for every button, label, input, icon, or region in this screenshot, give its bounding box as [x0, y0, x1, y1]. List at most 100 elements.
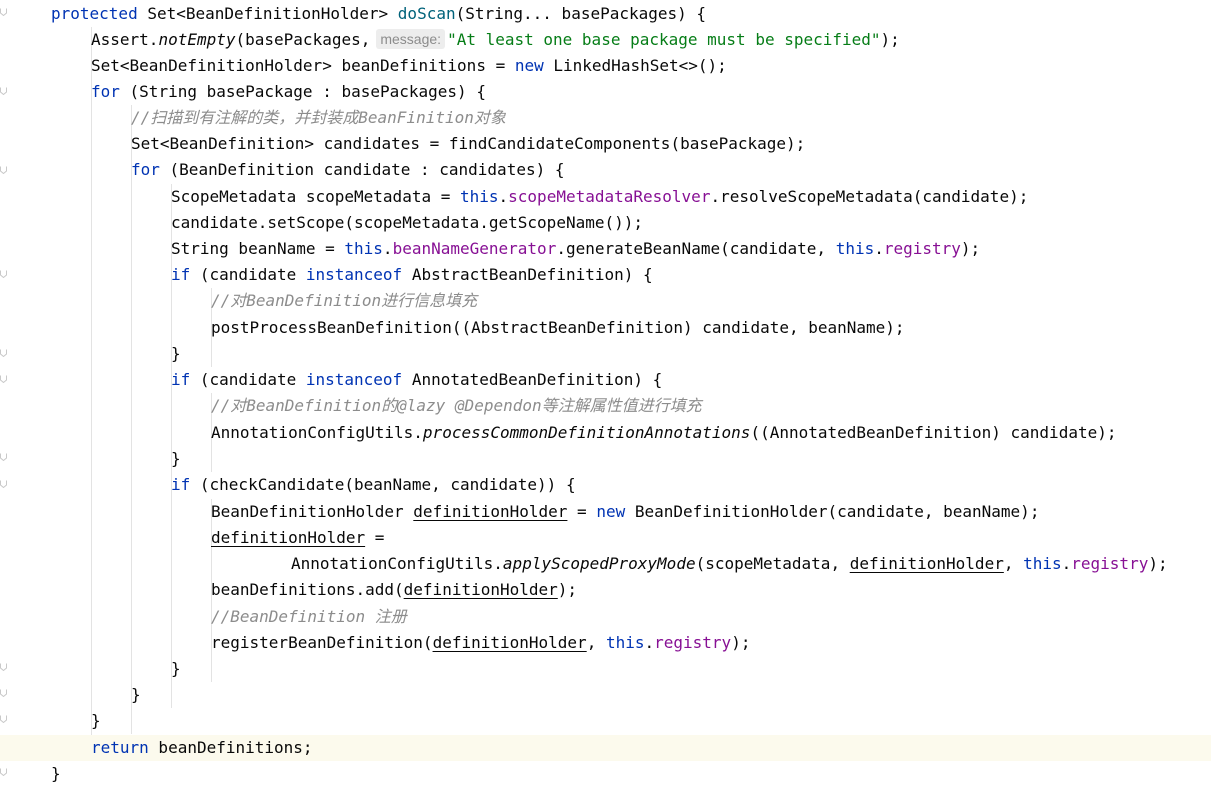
code-token: ,: [586, 633, 606, 652]
code-token: BeanDefinitionHolder: [211, 502, 414, 521]
code-keyword: return: [91, 738, 149, 757]
code-comment: //BeanDefinition 注册: [211, 607, 407, 626]
code-reassigned-variable: definitionHolder: [413, 502, 568, 521]
code-token: }: [171, 659, 181, 678]
code-line[interactable]: //扫描到有注解的类，并封装成BeanFinition对象: [0, 105, 1211, 131]
code-line[interactable]: }: [0, 446, 1211, 472]
code-line-text: }: [131, 682, 141, 708]
code-line[interactable]: ScopeMetadata scopeMetadata = this.scope…: [0, 184, 1211, 210]
code-line-text: Assert.notEmpty(basePackages, message: "At…: [91, 27, 900, 53]
code-line[interactable]: }: [0, 656, 1211, 682]
code-token: .: [1061, 554, 1072, 573]
code-line-text: for (BeanDefinition candidate : candidat…: [131, 157, 564, 183]
code-line-text: definitionHolder =: [211, 525, 384, 551]
code-token: );: [731, 633, 751, 652]
code-keyword: this: [459, 187, 499, 206]
code-token: ScopeMetadata scopeMetadata =: [171, 187, 460, 206]
code-line[interactable]: AnnotationConfigUtils.applyScopedProxyMo…: [0, 551, 1211, 577]
code-token: }: [171, 344, 181, 363]
code-line[interactable]: Set<BeanDefinitionHolder> beanDefinition…: [0, 53, 1211, 79]
code-line[interactable]: BeanDefinitionHolder definitionHolder = …: [0, 499, 1211, 525]
code-keyword: instanceof: [305, 265, 403, 284]
code-keyword: this: [344, 239, 383, 258]
code-line[interactable]: //BeanDefinition 注册: [0, 604, 1211, 630]
code-line-text: postProcessBeanDefinition((AbstractBeanD…: [211, 315, 905, 341]
code-keyword: protected: [51, 4, 138, 23]
code-token: .: [498, 187, 509, 206]
code-line-text: beanDefinitions.add(definitionHolder);: [211, 577, 577, 603]
code-line[interactable]: protected Set<BeanDefinitionHolder> doSc…: [0, 1, 1211, 27]
code-line[interactable]: for (String basePackage : basePackages) …: [0, 79, 1211, 105]
code-token: registerBeanDefinition(: [211, 633, 433, 652]
code-token: (BeanDefinition candidate : candidates) …: [159, 160, 565, 179]
code-keyword: if: [171, 475, 191, 494]
code-token: (scopeMetadata,: [695, 554, 850, 573]
code-token: }: [91, 711, 101, 730]
code-line-text: //对BeanDefinition的@lazy @Dependon等注解属性值进…: [211, 393, 702, 419]
code-token: beanDefinitions;: [148, 738, 313, 757]
code-token: (String... basePackages) {: [455, 4, 707, 23]
code-token: Set<BeanDefinitionHolder> beanDefinition…: [91, 56, 515, 75]
code-line[interactable]: registerBeanDefinition(definitionHolder,…: [0, 630, 1211, 656]
code-keyword: for: [91, 82, 120, 101]
code-comment: //扫描到有注解的类，并封装成BeanFinition对象: [131, 108, 506, 127]
code-field: registry: [1071, 554, 1149, 573]
code-line[interactable]: if (candidate instanceof AnnotatedBeanDe…: [0, 367, 1211, 393]
code-line[interactable]: definitionHolder =: [0, 525, 1211, 551]
code-token: );: [880, 30, 900, 49]
code-line[interactable]: String beanName = this.beanNameGenerator…: [0, 236, 1211, 262]
code-line-text: if (candidate instanceof AbstractBeanDef…: [171, 262, 653, 288]
parameter-hint: message:: [376, 29, 446, 49]
code-token: BeanDefinitionHolder(candidate, beanName…: [625, 502, 1040, 521]
code-line-text: if (candidate instanceof AnnotatedBeanDe…: [171, 367, 662, 393]
code-token: =: [567, 502, 597, 521]
code-token: beanDefinitions.add(: [211, 580, 404, 599]
code-line[interactable]: AnnotationConfigUtils.processCommonDefin…: [0, 420, 1211, 446]
code-field: beanNameGenerator: [392, 239, 557, 258]
code-line-text: AnnotationConfigUtils.processCommonDefin…: [211, 420, 1116, 446]
code-line[interactable]: candidate.setScope(scopeMetadata.getScop…: [0, 210, 1211, 236]
code-line[interactable]: Assert.notEmpty(basePackages, message: "At…: [0, 27, 1211, 53]
code-line[interactable]: if (candidate instanceof AbstractBeanDef…: [0, 262, 1211, 288]
code-line[interactable]: Set<BeanDefinition> candidates = findCan…: [0, 131, 1211, 157]
code-line-text: }: [171, 656, 181, 682]
code-line[interactable]: if (checkCandidate(beanName, candidate))…: [0, 472, 1211, 498]
code-token: ,: [1003, 554, 1024, 573]
code-line[interactable]: return beanDefinitions;: [0, 735, 1211, 761]
code-line-text: String beanName = this.beanNameGenerator…: [171, 236, 980, 262]
code-line-text: }: [51, 761, 61, 787]
code-line[interactable]: }: [0, 708, 1211, 734]
code-line[interactable]: }: [0, 341, 1211, 367]
code-token: );: [557, 580, 578, 599]
code-token: (basePackages,: [235, 30, 371, 49]
code-line[interactable]: }: [0, 761, 1211, 787]
code-token: AnnotationConfigUtils.: [291, 554, 503, 573]
code-token: );: [1148, 554, 1168, 573]
code-token: ((AnnotatedBeanDefinition) candidate);: [750, 423, 1117, 442]
code-token: .: [382, 239, 393, 258]
code-line[interactable]: //对BeanDefinition进行信息填充: [0, 288, 1211, 314]
code-comment: //对BeanDefinition进行信息填充: [211, 291, 478, 310]
code-token: );: [960, 239, 981, 258]
code-field: scopeMetadataResolver: [508, 187, 711, 206]
code-reassigned-variable: definitionHolder: [211, 528, 366, 547]
code-line-text: //扫描到有注解的类，并封装成BeanFinition对象: [131, 105, 506, 131]
code-field: registry: [654, 633, 732, 652]
code-keyword: for: [131, 160, 160, 179]
code-line-text: if (checkCandidate(beanName, candidate))…: [171, 472, 576, 498]
code-token: }: [51, 764, 61, 783]
code-token: =: [365, 528, 385, 547]
code-line[interactable]: postProcessBeanDefinition((AbstractBeanD…: [0, 315, 1211, 341]
code-line[interactable]: //对BeanDefinition的@lazy @Dependon等注解属性值进…: [0, 393, 1211, 419]
code-line[interactable]: beanDefinitions.add(definitionHolder);: [0, 577, 1211, 603]
code-token: .: [874, 239, 884, 258]
code-token: AnnotatedBeanDefinition) {: [402, 370, 663, 389]
code-token: candidate.setScope(scopeMetadata.getScop…: [171, 213, 644, 232]
code-token: (String basePackage : basePackages) {: [119, 82, 486, 101]
code-line[interactable]: for (BeanDefinition candidate : candidat…: [0, 157, 1211, 183]
code-line-text: }: [171, 341, 181, 367]
code-keyword: if: [171, 265, 191, 284]
code-static-call: applyScopedProxyMode: [502, 554, 696, 573]
code-line[interactable]: }: [0, 682, 1211, 708]
code-line-text: BeanDefinitionHolder definitionHolder = …: [211, 499, 1039, 525]
